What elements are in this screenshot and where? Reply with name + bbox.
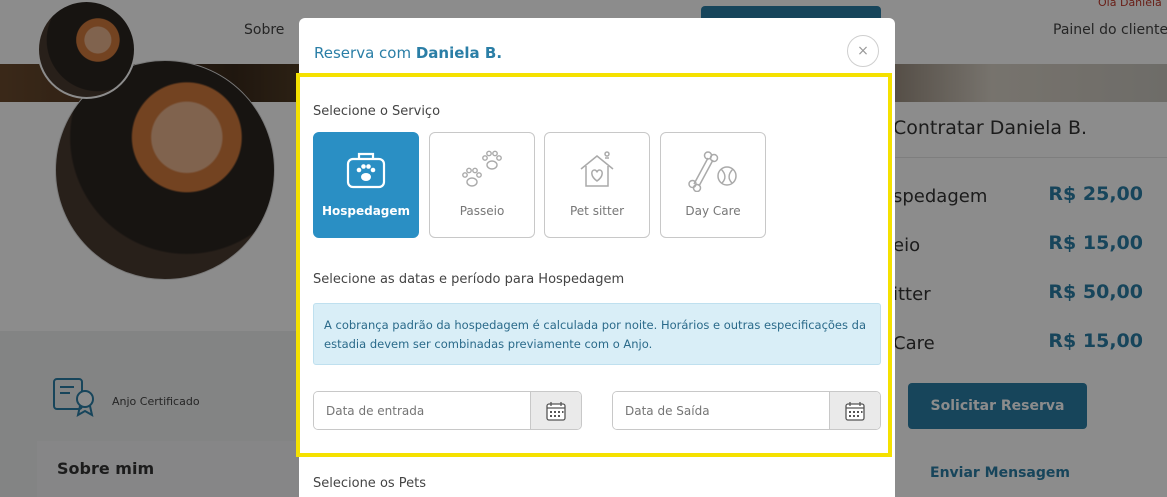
calendar-icon[interactable]: [829, 392, 880, 429]
modal-title-prefix: Reserva com: [314, 44, 412, 62]
close-icon[interactable]: ×: [847, 35, 879, 67]
paw-prints-icon: [456, 149, 508, 191]
service-hospedagem[interactable]: Hospedagem: [313, 132, 419, 238]
booking-modal: Reserva com Daniela B. × Selecione o Ser…: [299, 18, 895, 497]
check-out-input[interactable]: [613, 392, 830, 429]
modal-title-name: Daniela B.: [415, 44, 503, 62]
check-in-field: [313, 391, 582, 430]
pets-section-label: Selecione os Pets: [313, 476, 427, 491]
service-label: Passeio: [459, 204, 505, 218]
suitcase-paw-icon: [345, 149, 387, 191]
service-pet-sitter[interactable]: Pet sitter: [544, 132, 650, 238]
check-in-input[interactable]: [314, 392, 531, 429]
house-heart-icon: [576, 149, 618, 191]
dates-section-label: Selecione as datas e período para Hosped…: [313, 272, 625, 287]
service-passeio[interactable]: Passeio: [429, 132, 535, 238]
modal-title: Reserva com Daniela B.: [314, 44, 502, 62]
service-day-care[interactable]: Day Care: [660, 132, 766, 238]
service-label: Pet sitter: [569, 204, 625, 218]
calendar-icon[interactable]: [530, 392, 581, 429]
service-section-label: Selecione o Serviço: [313, 104, 441, 119]
bone-ball-icon: [686, 149, 740, 192]
check-out-field: [612, 391, 881, 430]
service-label: Hospedagem: [321, 204, 411, 218]
service-label: Day Care: [685, 204, 741, 218]
info-alert: A cobrança padrão da hospedagem é calcul…: [313, 303, 881, 365]
